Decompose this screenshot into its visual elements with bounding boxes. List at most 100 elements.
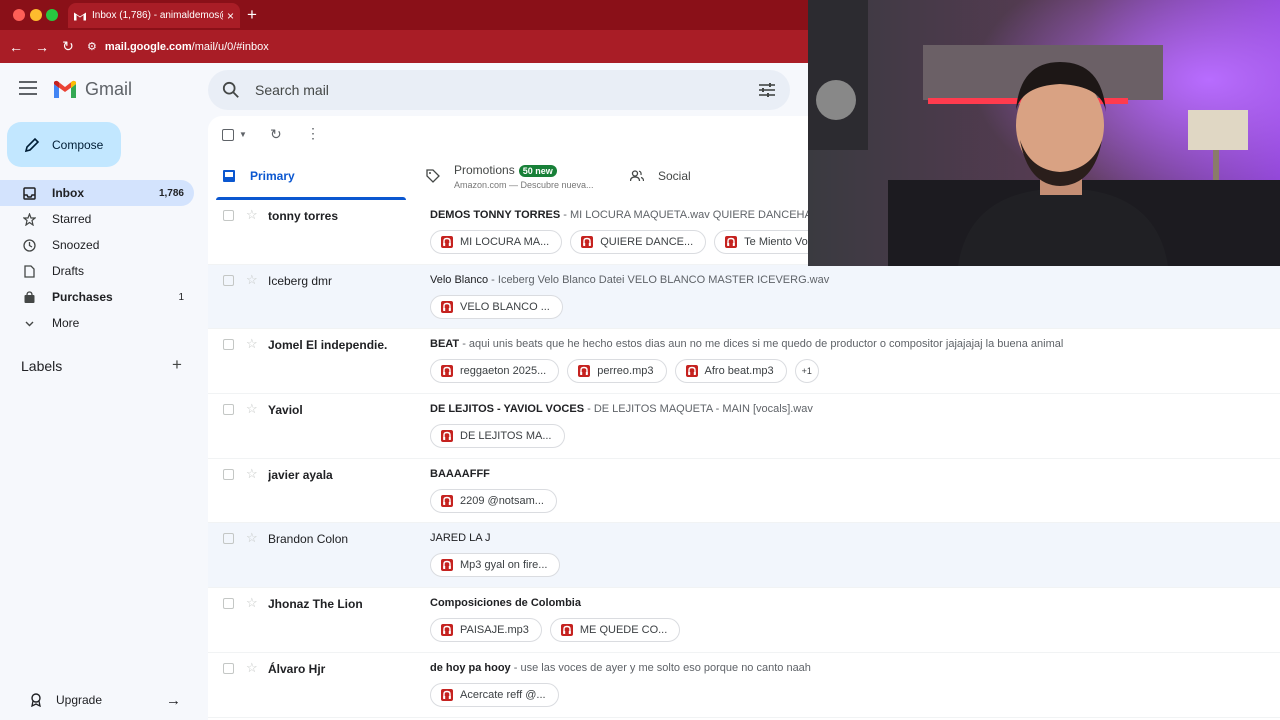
email-row[interactable]: ☆ Jhonaz The Lion Composiciones de Colombi… (208, 588, 1280, 653)
tab-label: Social (658, 169, 691, 183)
attachment-chip[interactable]: ME QUEDE CO... (549, 618, 681, 643)
forward-arrow-icon[interactable]: → (29, 39, 55, 55)
attachment-chip[interactable]: Acercate reff @... (430, 682, 559, 707)
search-bar[interactable]: Search mail (208, 70, 790, 110)
email-row[interactable]: ☆ Jomel El independie. BEAT - aqui unis be… (208, 329, 1280, 395)
email-row[interactable]: ☆ javier ayala BAAAAFFF 2209 @notsam... (208, 458, 1280, 524)
row-checkbox[interactable] (223, 533, 234, 545)
new-tab-button[interactable]: + (247, 5, 257, 25)
more-options-icon[interactable]: ⋮ (306, 125, 320, 142)
url-field[interactable]: mail.google.com/mail/u/0/#inbox (105, 41, 269, 53)
star-icon[interactable]: ☆ (246, 336, 258, 352)
attachment-name: Acercate reff @... (460, 688, 546, 701)
sidebar-item-drafts[interactable]: Drafts (0, 258, 194, 284)
site-settings-icon[interactable]: ⚙ (87, 40, 97, 53)
email-sender: Brandon Colon (268, 532, 349, 547)
sidebar-item-purchases[interactable]: Purchases 1 (0, 284, 194, 310)
attachment-chip[interactable]: QUIERE DANCE... (570, 230, 707, 254)
row-checkbox[interactable] (223, 274, 234, 286)
star-icon[interactable]: ☆ (246, 207, 258, 223)
sidebar-item-inbox[interactable]: Inbox 1,786 (0, 180, 194, 206)
attachment-chip[interactable]: 2209 @notsam... (430, 488, 557, 513)
row-checkbox[interactable] (223, 598, 234, 610)
row-checkbox[interactable] (223, 339, 234, 351)
attachment-name: ME QUEDE CO... (579, 624, 668, 637)
attachment-chip[interactable]: MI LOCURA MA... (430, 230, 563, 254)
select-all-checkbox[interactable] (222, 129, 234, 141)
row-checkbox[interactable] (223, 210, 234, 221)
star-icon[interactable]: ☆ (246, 660, 258, 676)
sidebar-item-label: More (52, 316, 80, 330)
tab-social[interactable]: Social (630, 152, 691, 200)
close-tab-icon[interactable]: × (227, 9, 234, 23)
browser-tab[interactable]: Inbox (1,786) - animaldemos@ × (68, 3, 240, 28)
sidebar-item-label: Inbox (52, 186, 84, 200)
email-summary: Composiciones de Colombia (430, 597, 1270, 609)
refresh-icon[interactable]: ↻ (270, 126, 282, 143)
new-count-badge: 50 new (518, 164, 557, 177)
audio-file-icon (685, 365, 698, 378)
attachment-chip[interactable]: reggaeton 2025... (430, 359, 560, 384)
sidebar-item-starred[interactable]: Starred (0, 206, 194, 232)
arrow-right-icon[interactable]: → (166, 692, 181, 709)
attachment-chip[interactable]: PAISAJE.mp3 (430, 618, 542, 643)
audio-file-icon (560, 624, 573, 637)
clock-icon (23, 238, 36, 252)
email-row[interactable]: ☆ Álvaro Hjr de hoy pa hooy - use las voce… (208, 652, 1280, 718)
star-icon[interactable]: ☆ (246, 466, 258, 482)
audio-file-icon (581, 236, 594, 248)
search-options-icon[interactable] (758, 81, 776, 99)
star-icon[interactable]: ☆ (246, 530, 258, 546)
email-row[interactable]: ☆ Brandon Colon JARED LA J Mp3 gyal on fire… (208, 523, 1280, 589)
attachment-chip[interactable]: DE LEJITOS MA... (430, 424, 565, 449)
attachment-list: VELO BLANCO ... (430, 294, 571, 319)
email-row[interactable]: ☆ Yaviol DE LEJITOS - YAVIOL VOCES - DE LE… (208, 394, 1280, 459)
row-checkbox[interactable] (223, 662, 234, 674)
sidebar-item-snoozed[interactable]: Snoozed (0, 232, 194, 258)
upgrade-button[interactable]: Upgrade (30, 693, 102, 707)
audio-file-icon (441, 494, 453, 507)
email-row[interactable]: ☆ Iceberg dmr Velo Blanco - Iceberg Velo B… (208, 264, 1280, 330)
purchases-count: 1 (178, 291, 184, 303)
star-icon[interactable]: ☆ (246, 272, 258, 288)
more-attachments-badge[interactable]: +1 (794, 359, 819, 384)
compose-label: Compose (52, 137, 104, 152)
email-subject: JARED LA J (430, 532, 491, 545)
reload-icon[interactable]: ↻ (55, 38, 81, 55)
star-icon[interactable]: ☆ (246, 595, 258, 611)
email-subject: DEMOS TONNY TORRES (430, 209, 561, 221)
sidebar-item-more[interactable]: More (0, 310, 194, 336)
inbox-icon (23, 186, 36, 200)
attachment-list: Acercate reff @... (430, 682, 567, 707)
attachment-chip[interactable]: Mp3 gyal on fire... (430, 553, 561, 578)
upgrade-badge-icon (31, 693, 41, 707)
compose-button[interactable]: Compose (7, 122, 121, 167)
audio-file-icon (441, 300, 453, 313)
add-label-icon[interactable]: + (172, 355, 182, 375)
email-subject: de hoy pa hooy (430, 661, 511, 674)
window-zoom-button[interactable] (46, 9, 58, 21)
star-icon[interactable]: ☆ (246, 401, 258, 417)
main-menu-icon[interactable] (19, 81, 37, 97)
search-icon[interactable] (222, 81, 240, 99)
tab-promotions[interactable]: Promotions 50 new Amazon.com — Descubre n… (426, 152, 594, 200)
attachment-chip[interactable]: Afro beat.mp3 (674, 359, 787, 384)
select-dropdown-icon[interactable]: ▼ (239, 130, 247, 139)
tab-primary[interactable]: Primary (216, 152, 406, 200)
email-summary: Velo Blanco - Iceberg Velo Blanco Datei … (430, 274, 1270, 286)
window-close-button[interactable] (13, 9, 25, 21)
sidebar-item-label: Starred (52, 212, 92, 226)
email-sender: Jhonaz The Lion (268, 597, 363, 612)
attachment-chip[interactable]: perreo.mp3 (567, 359, 667, 384)
back-arrow-icon[interactable]: ← (3, 39, 29, 55)
attachment-chip[interactable]: VELO BLANCO ... (430, 294, 563, 319)
chevron-down-icon (25, 321, 34, 326)
search-input[interactable]: Search mail (255, 82, 329, 98)
email-sender: Yaviol (268, 403, 303, 418)
row-checkbox[interactable] (223, 404, 234, 416)
email-sender: tonny torres (268, 209, 339, 223)
window-minimize-button[interactable] (30, 9, 42, 21)
browser-tab-bar: Inbox (1,786) - animaldemos@ × + (0, 0, 808, 30)
row-checkbox[interactable] (223, 468, 234, 480)
tab-title: Inbox (1,786) - animaldemos@ (92, 10, 223, 21)
